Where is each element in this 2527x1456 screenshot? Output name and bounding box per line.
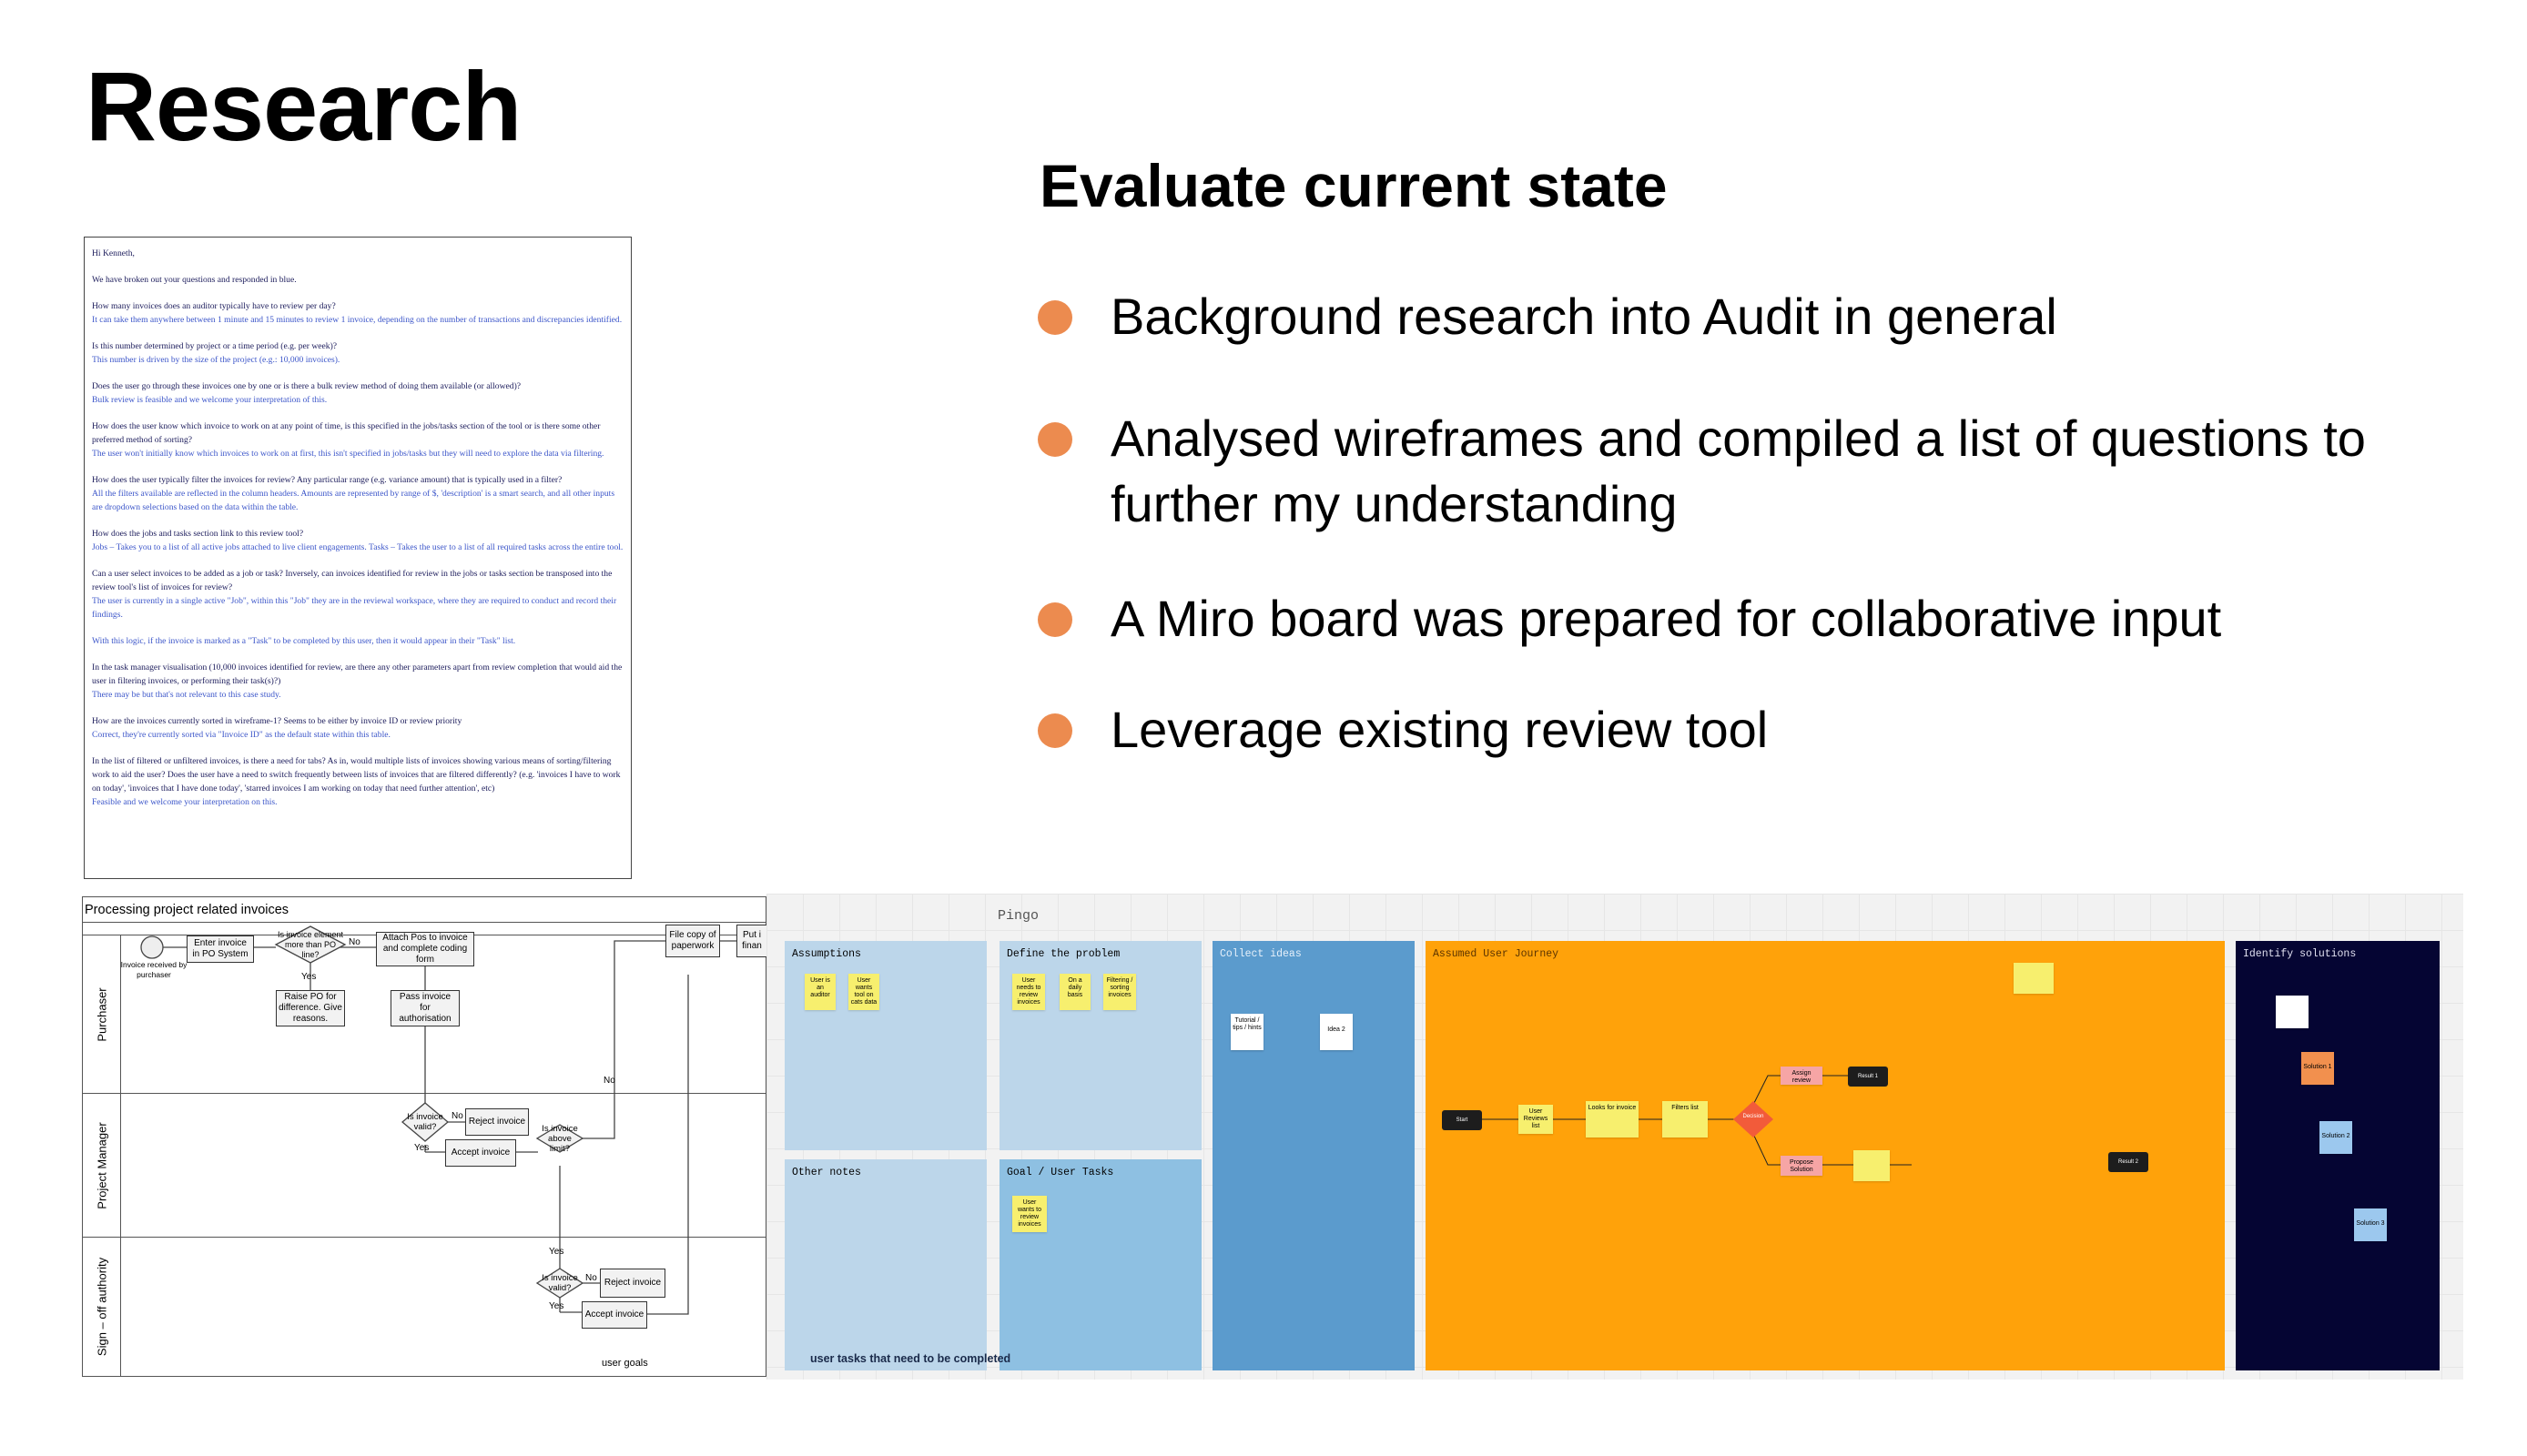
sticky-note: User wants to review invoices (1012, 1196, 1047, 1232)
email-screenshot: Hi Kenneth, We have broken out your ques… (84, 237, 632, 879)
flow-node-valid2: Is invoice valid? (542, 1273, 578, 1293)
sticky-note: User is an auditor (805, 974, 836, 1010)
flow-node-putinto: Put i finan (736, 925, 767, 957)
email-question: How many invoices does an auditor typica… (92, 301, 336, 311)
email-question: How are the invoices currently sorted in… (92, 716, 462, 726)
miro-frame-solutions: Identify solutions Solution 1 Solution 2… (2236, 941, 2440, 1370)
flow-node-diamond1: Is invoice element more than PO line? (277, 929, 344, 959)
orange-bullet-dot-icon (1038, 300, 1072, 335)
miro-frame-assumptions: Assumptions User is an auditor User want… (785, 941, 987, 1150)
flowchart-screenshot: Processing project related invoices Purc… (82, 896, 767, 1377)
orange-bullet-dot-icon (1038, 713, 1072, 748)
email-answer: The user won't initially know which invo… (92, 449, 604, 459)
email-question: Can a user select invoices to be added a… (92, 569, 613, 592)
email-question: How does the user typically filter the i… (92, 475, 563, 485)
flow-node-received: Invoice received by purchaser (120, 960, 188, 979)
journey-step: User Reviews list (1518, 1105, 1553, 1134)
email-question: Does the user go through these invoices … (92, 381, 522, 391)
journey-connectors (1482, 1075, 1912, 1166)
email-question: Is this number determined by project or … (92, 341, 338, 351)
email-answer: Correct, they're currently sorted via "I… (92, 730, 391, 740)
email-answer: With this logic, if the invoice is marke… (92, 636, 516, 646)
journey-step: Propose Solution (1781, 1156, 1822, 1176)
miro-frame-goal: Goal / User Tasks User wants to review i… (1000, 1159, 1202, 1370)
journey-step: Filters list (1662, 1101, 1708, 1138)
flow-node-raise: Raise PO for difference. Give reasons. (276, 990, 345, 1026)
email-answer: There may be but that's not relevant to … (92, 690, 281, 700)
miro-caption: user tasks that need to be completed (810, 1352, 1011, 1365)
email-answer: Bulk review is feasible and we welcome y… (92, 395, 328, 405)
journey-step: Start (1442, 1110, 1482, 1130)
flow-label-no: No (585, 1273, 597, 1283)
email-answer: This number is driven by the size of the… (92, 355, 340, 365)
flow-node-pass: Pass invoice for authorisation (391, 990, 460, 1026)
flow-label-no: No (452, 1111, 463, 1121)
miro-frame-define: Define the problem User needs to review … (1000, 941, 1202, 1150)
email-greeting: Hi Kenneth, (92, 248, 135, 258)
journey-sticky (1853, 1150, 1890, 1181)
email-answer: Feasible and we welcome your interpretat… (92, 797, 278, 807)
email-answer: It can take them anywhere between 1 minu… (92, 315, 623, 325)
bullet-item: Leverage existing review tool (1038, 697, 2476, 763)
email-answer: All the filters available are reflected … (92, 489, 615, 512)
email-qa-list: How many invoices does an auditor typica… (92, 299, 624, 822)
sticky-note: User wants tool on cats data (848, 974, 879, 1010)
journey-step: Result 2 (2108, 1152, 2148, 1172)
flow-node-reject2: Reject invoice (600, 1269, 665, 1298)
page-title: Research (86, 51, 522, 161)
flow-label-yes: Yes (549, 1247, 564, 1257)
flow-label-no: No (604, 1076, 615, 1086)
solution-card: Solution 1 (2301, 1052, 2334, 1085)
orange-bullet-dot-icon (1038, 422, 1072, 457)
journey-step: Assign review (1781, 1067, 1822, 1085)
bullet-text: Background research into Audit in genera… (1111, 288, 2057, 345)
section-subtitle: Evaluate current state (1040, 152, 1668, 219)
idea-card: Idea 2 (1320, 1014, 1353, 1050)
journey-step: Result 1 (1848, 1067, 1888, 1087)
bullet-item: Analysed wireframes and compiled a list … (1038, 406, 2476, 537)
journey-decision: Decision (1742, 1114, 1764, 1119)
sticky-note: Filtering / sorting invoices (1103, 974, 1136, 1010)
miro-board-name: Pingo (998, 908, 1040, 924)
miro-frame-collect-ideas: Collect ideas Tutorial / tips / hints Id… (1213, 941, 1415, 1370)
flow-node-above: Is invoice above limit? (542, 1123, 578, 1154)
flow-label-no: No (349, 937, 360, 947)
flow-node-valid1: Is invoice valid? (407, 1112, 443, 1132)
email-intro: We have broken out your questions and re… (92, 275, 297, 285)
email-answer: The user is currently in a single active… (92, 596, 617, 620)
solution-card: Solution 2 (2319, 1121, 2352, 1154)
orange-bullet-dot-icon (1038, 602, 1072, 637)
email-answer: Jobs – Takes you to a list of all active… (92, 542, 624, 552)
sticky-note: On a daily basis (1060, 974, 1091, 1010)
miro-frame-other-notes: Other notes (785, 1159, 987, 1370)
email-question: How does the user know which invoice to … (92, 421, 601, 445)
solution-card: Solution 3 (2354, 1208, 2387, 1241)
flow-node-reject1: Reject invoice (465, 1108, 529, 1136)
solution-card (2276, 996, 2309, 1028)
email-question: In the list of filtered or unfiltered in… (92, 756, 621, 794)
idea-card: Tutorial / tips / hints (1231, 1014, 1264, 1050)
email-question: How does the jobs and tasks section link… (92, 529, 304, 539)
flow-label-yes: Yes (549, 1301, 564, 1311)
flow-node-accept2: Accept invoice (582, 1301, 647, 1329)
journey-sticky (2014, 963, 2054, 994)
bullet-item: A Miro board was prepared for collaborat… (1038, 586, 2476, 652)
flow-node-attach: Attach Pos to invoice and complete codin… (376, 932, 474, 966)
bullet-item: Background research into Audit in genera… (1038, 284, 2476, 349)
flow-label-yes: Yes (301, 972, 317, 982)
flow-label-yes: Yes (414, 1143, 430, 1153)
flow-node-accept1: Accept invoice (445, 1139, 516, 1167)
bullet-text: Analysed wireframes and compiled a list … (1111, 410, 2366, 532)
flow-caption: user goals (602, 1358, 648, 1369)
flow-node-filecopy: File copy of paperwork (665, 925, 720, 957)
sticky-note: User needs to review invoices (1012, 974, 1045, 1010)
miro-frame-user-journey: Assumed User Journey Start User Reviews … (1426, 941, 2225, 1370)
miro-board-screenshot: Pingo Assumptions User is an auditor Use… (766, 894, 2463, 1380)
flow-node-enter: Enter invoice in PO System (187, 935, 254, 963)
bullet-text: A Miro board was prepared for collaborat… (1111, 590, 2222, 647)
bullet-text: Leverage existing review tool (1111, 701, 1769, 758)
email-question: In the task manager visualisation (10,00… (92, 662, 623, 686)
journey-step: Looks for invoice (1586, 1101, 1639, 1138)
